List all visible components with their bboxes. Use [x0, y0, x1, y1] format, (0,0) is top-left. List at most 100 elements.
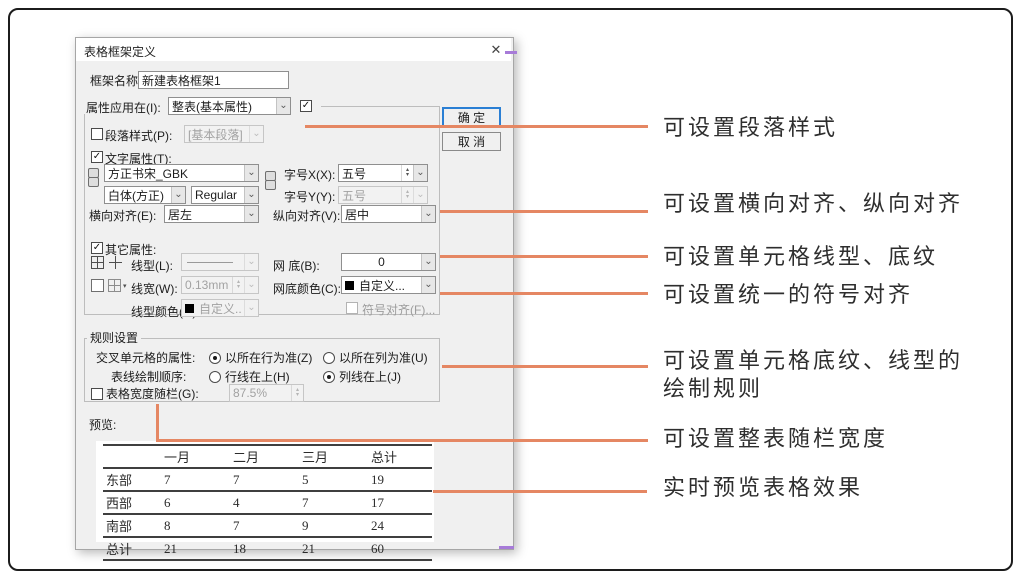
stepper-icon: ▴▾ — [232, 277, 244, 293]
paragraph-style-value: [基本段落] — [185, 126, 249, 143]
h-align-dropdown[interactable]: 居左 ⌄ — [164, 205, 259, 223]
cross-cell-row-radio[interactable] — [209, 352, 221, 364]
cancel-button[interactable]: 取 消 — [442, 132, 501, 151]
size-link-icon — [265, 180, 276, 190]
chevron-down-icon[interactable]: ⌄ — [413, 165, 427, 181]
chevron-down-icon[interactable]: ⌄ — [244, 187, 258, 203]
paragraph-style-checkbox[interactable] — [91, 128, 103, 140]
chevron-down-icon: ⌄ — [249, 126, 263, 142]
other-attr-checkbox[interactable]: ✓ — [91, 242, 103, 254]
callout-line — [433, 490, 647, 493]
chevron-down-icon[interactable]: ⌄ — [421, 206, 435, 222]
callout-line — [305, 125, 648, 128]
draw-order-col-label[interactable]: 列线在上(J) — [339, 370, 401, 384]
annotation-symbol-align: 可设置统一的符号对齐 — [663, 281, 913, 309]
cell: 24 — [368, 514, 432, 537]
size-x-label: 字号X(X): — [284, 168, 335, 182]
shading-dropdown[interactable]: 0 ⌄ — [341, 253, 436, 271]
apply-to-label: 属性应用在(I): — [86, 101, 161, 115]
annotation-cell-line-shading: 可设置单元格线型、底纹 — [663, 243, 938, 271]
width-follow-checkbox[interactable] — [91, 388, 103, 400]
line-width-spinner: 0.13mm ▴▾ ⌄ — [181, 276, 259, 294]
v-align-value: 居中 — [342, 206, 421, 223]
cell: 6 — [161, 491, 230, 514]
cross-cell-row-label[interactable]: 以所在行为准(Z) — [225, 351, 312, 365]
table-borders-arrow-icon[interactable]: ▾ — [123, 283, 127, 290]
annotation-paragraph-style: 可设置段落样式 — [663, 114, 838, 142]
font-family-value: 方正书宋_GBK — [105, 165, 244, 182]
apply-to-dropdown[interactable]: 整表(基本属性) ⌄ — [168, 97, 291, 115]
line-width-label: 线宽(W): — [131, 282, 178, 296]
draw-order-col-radio[interactable] — [323, 371, 335, 383]
chevron-down-icon: ⌄ — [244, 277, 258, 293]
cell: 7 — [299, 491, 368, 514]
cell: 7 — [230, 468, 299, 491]
size-y-label: 字号Y(Y): — [284, 190, 335, 204]
annotation-alignment: 可设置横向对齐、纵向对齐 — [663, 190, 963, 218]
color-swatch — [185, 304, 194, 313]
table-row: 南部 8 7 9 24 — [103, 514, 432, 537]
row-label: 西部 — [103, 491, 161, 514]
callout-line — [440, 292, 648, 295]
font-style-value: Regular — [192, 188, 244, 202]
chevron-down-icon[interactable]: ⌄ — [171, 187, 185, 203]
shading-color-label: 网底颜色(C): — [273, 282, 341, 296]
draw-order-row-radio[interactable] — [209, 371, 221, 383]
cross-cell-label: 交叉单元格的属性: — [96, 351, 195, 365]
cell: 21 — [161, 537, 230, 560]
inner-lines-icon[interactable] — [109, 256, 122, 269]
cell: 7 — [161, 468, 230, 491]
paragraph-style-label: 段落样式(P): — [105, 129, 172, 143]
table-row: 西部 6 4 7 17 — [103, 491, 432, 514]
v-align-label: 纵向对齐(V): — [273, 209, 340, 223]
chevron-down-icon[interactable]: ⌄ — [421, 254, 435, 270]
empty-border-icon[interactable] — [91, 279, 104, 292]
text-attr-checkbox[interactable]: ✓ — [91, 151, 103, 163]
table-borders-icon[interactable] — [108, 279, 121, 292]
frame-name-input[interactable]: 新建表格框架1 — [138, 71, 289, 89]
apply-to-value: 整表(基本属性) — [169, 98, 276, 115]
font-family-dropdown[interactable]: 方正书宋_GBK ⌄ — [104, 164, 259, 182]
draw-order-row-label[interactable]: 行线在上(H) — [225, 370, 290, 384]
callout-line — [440, 210, 648, 213]
font-face-dropdown[interactable]: 白体(方正) ⌄ — [104, 186, 186, 204]
shading-value: 0 — [342, 255, 421, 269]
header-cell: 二月 — [230, 445, 299, 468]
close-icon[interactable]: ✕ — [481, 38, 511, 61]
chevron-down-icon[interactable]: ⌄ — [244, 165, 258, 181]
chevron-down-icon[interactable]: ⌄ — [421, 277, 435, 293]
cell: 8 — [161, 514, 230, 537]
symbol-align-label: 符号对齐(F)... — [362, 303, 435, 317]
font-link-icon — [88, 177, 99, 187]
draw-order-label: 表线绘制顺序: — [111, 370, 186, 384]
cross-cell-col-label[interactable]: 以所在列为准(U) — [339, 351, 428, 365]
line-color-value: 自定义.. — [196, 300, 244, 317]
chevron-down-icon[interactable]: ⌄ — [276, 98, 290, 114]
header-cell: 一月 — [161, 445, 230, 468]
header-cell: 三月 — [299, 445, 368, 468]
rules-title: 规则设置 — [87, 331, 141, 345]
v-align-dropdown[interactable]: 居中 ⌄ — [341, 205, 436, 223]
preview-label: 预览: — [89, 418, 116, 432]
width-follow-label: 表格宽度随栏(G): — [106, 387, 199, 401]
cross-cell-col-radio[interactable] — [323, 352, 335, 364]
font-style-dropdown[interactable]: Regular ⌄ — [191, 186, 259, 204]
grid-borders-icon[interactable] — [91, 256, 104, 269]
cell: 19 — [368, 468, 432, 491]
size-x-combo[interactable]: 五号 ▴▾ ⌄ — [338, 164, 428, 182]
font-face-value: 白体(方正) — [105, 187, 171, 204]
purple-mark — [499, 546, 514, 549]
chevron-down-icon: ⌄ — [244, 300, 258, 316]
line-sample — [187, 262, 233, 263]
shading-color-dropdown[interactable]: 自定义... ⌄ — [341, 276, 436, 294]
h-align-label: 横向对齐(E): — [89, 209, 156, 223]
width-follow-spinner: 87.5% ▴▾ — [229, 384, 304, 402]
chevron-down-icon: ⌄ — [244, 254, 258, 270]
row-label: 总计 — [103, 537, 161, 560]
chevron-down-icon[interactable]: ⌄ — [244, 206, 258, 222]
callout-line — [440, 255, 648, 258]
chevron-down-icon: ⌄ — [413, 187, 427, 203]
symbol-align-checkbox — [346, 302, 358, 314]
apply-to-checkbox[interactable]: ✓ — [300, 100, 312, 112]
stepper-icon[interactable]: ▴▾ — [401, 165, 413, 181]
